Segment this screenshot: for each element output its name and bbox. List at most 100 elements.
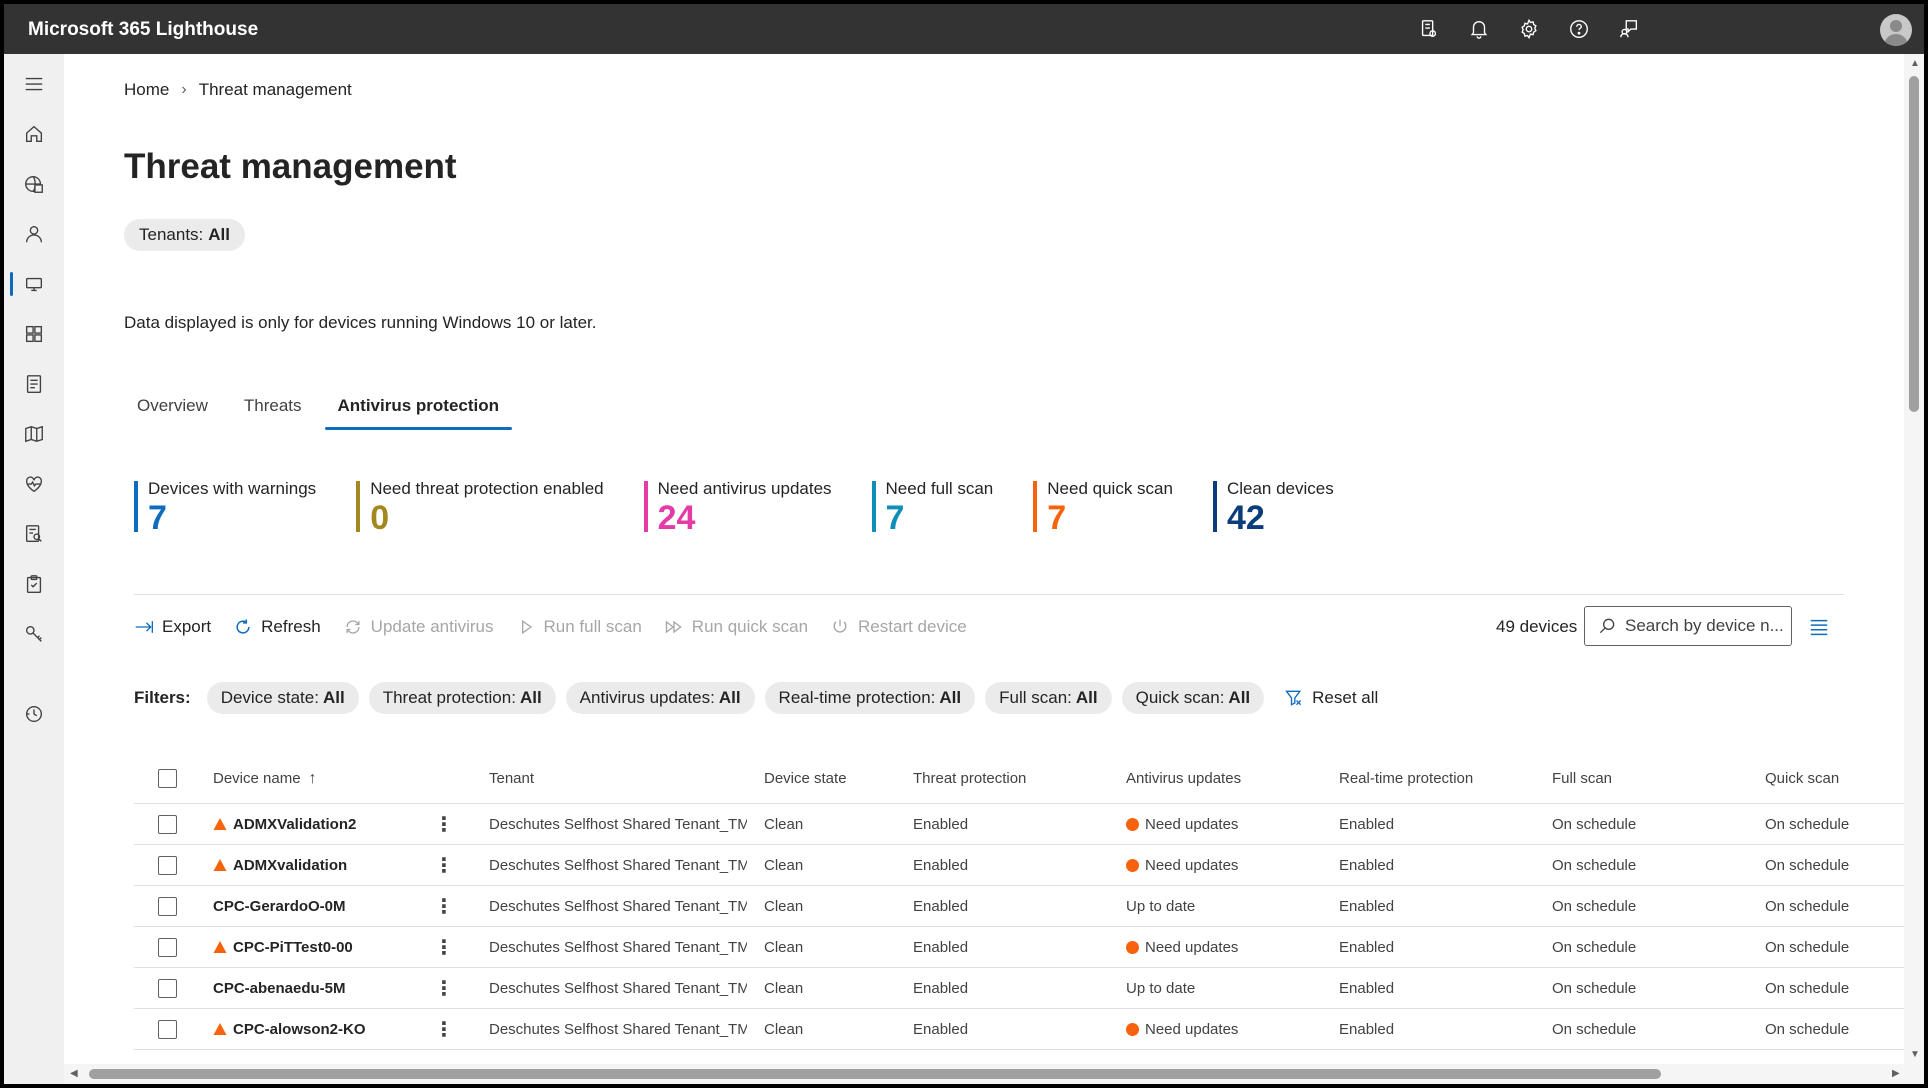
- filter-realtime-protection[interactable]: Real-time protection: All: [764, 682, 976, 714]
- header-device-name[interactable]: Device name ↑: [213, 754, 317, 803]
- device-name-link[interactable]: CPC-abenaedu-5M: [213, 968, 346, 1008]
- filter-full-scan[interactable]: Full scan: All: [985, 682, 1112, 714]
- run-quick-scan-button[interactable]: Run quick scan: [664, 617, 808, 637]
- help-icon[interactable]: [1554, 4, 1604, 54]
- tab-overview[interactable]: Overview: [124, 396, 221, 430]
- select-all-checkbox[interactable]: [158, 754, 177, 803]
- clipboard-icon[interactable]: [4, 564, 64, 604]
- breadcrumb-home[interactable]: Home: [124, 80, 169, 100]
- kpi-need-quick-scan[interactable]: Need quick scan 7: [1033, 479, 1173, 535]
- filter-threat-protection[interactable]: Threat protection: All: [368, 682, 556, 714]
- table-row[interactable]: CPC-PiTTest0-00 ⋮ Deschutes Selfhost Share…: [134, 927, 1924, 968]
- apps-icon[interactable]: [4, 314, 64, 354]
- kpi-need-antivirus-updates[interactable]: Need antivirus updates 24: [643, 479, 832, 535]
- audit-icon[interactable]: [4, 514, 64, 554]
- run-full-scan-button[interactable]: Run full scan: [516, 617, 642, 637]
- header-realtime-protection[interactable]: Real-time protection: [1339, 754, 1473, 803]
- device-name-link[interactable]: CPC-alowson2-KO: [213, 1009, 366, 1049]
- full-scan-cell: On schedule: [1552, 815, 1637, 833]
- reset-all-button[interactable]: Reset all: [1284, 688, 1378, 708]
- restart-device-button[interactable]: Restart device: [830, 617, 967, 637]
- more-options-icon[interactable]: ⋮: [434, 1009, 454, 1049]
- scroll-left-icon[interactable]: ◀: [70, 1068, 78, 1079]
- vertical-scrollbar[interactable]: ▲ ▼: [1904, 54, 1924, 1064]
- kpi-devices-with-warnings[interactable]: Devices with warnings 7: [134, 479, 316, 535]
- refresh-label: Refresh: [261, 617, 321, 636]
- app-title[interactable]: Microsoft 365 Lighthouse: [28, 19, 258, 41]
- vertical-scroll-thumb[interactable]: [1909, 76, 1919, 412]
- power-icon: [833, 619, 847, 633]
- scroll-down-icon[interactable]: ▼: [1910, 1049, 1920, 1060]
- more-options-icon[interactable]: ⋮: [434, 804, 454, 844]
- realtime-protection-cell: Enabled: [1339, 1020, 1395, 1038]
- table-row[interactable]: ADMXValidation2 ⋮ Deschutes Selfhost Share…: [134, 804, 1924, 845]
- row-checkbox[interactable]: [158, 1009, 177, 1049]
- header-full-scan[interactable]: Full scan: [1552, 754, 1612, 803]
- filter-antivirus-updates[interactable]: Antivirus updates: All: [565, 682, 755, 714]
- row-checkbox[interactable]: [158, 845, 177, 885]
- avatar[interactable]: [1880, 14, 1912, 46]
- device-name-link[interactable]: ADMXValidation2: [213, 804, 356, 844]
- filter-device-state[interactable]: Device state: All: [206, 682, 359, 714]
- more-options-icon[interactable]: ⋮: [434, 968, 454, 1008]
- row-checkbox[interactable]: [158, 927, 177, 967]
- threat-protection-cell: Enabled: [913, 856, 969, 874]
- chevron-right-icon: ›: [181, 81, 187, 98]
- filter-quick-scan[interactable]: Quick scan: All: [1121, 682, 1265, 714]
- row-checkbox[interactable]: [158, 886, 177, 926]
- row-checkbox[interactable]: [158, 968, 177, 1008]
- policy-icon[interactable]: [4, 364, 64, 404]
- column-options-icon[interactable]: [1808, 616, 1830, 638]
- device-name-link[interactable]: CPC-PiTTest0-00: [213, 927, 353, 967]
- map-icon[interactable]: [4, 414, 64, 454]
- threat-protection-cell: Enabled: [913, 938, 969, 956]
- header-quick-scan[interactable]: Quick scan: [1765, 754, 1839, 803]
- header-tenant[interactable]: Tenant: [489, 754, 534, 803]
- health-icon[interactable]: [4, 464, 64, 504]
- tab-antivirus-protection[interactable]: Antivirus protection: [324, 396, 513, 430]
- row-checkbox[interactable]: [158, 804, 177, 844]
- more-options-icon[interactable]: ⋮: [434, 886, 454, 926]
- users-icon[interactable]: [4, 214, 64, 254]
- kpi-need-full-scan[interactable]: Need full scan 7: [871, 479, 993, 535]
- run-full-scan-label: Run full scan: [543, 617, 642, 636]
- export-button[interactable]: Export: [134, 617, 211, 637]
- header-device-state[interactable]: Device state: [764, 754, 847, 803]
- more-options-icon[interactable]: ⋮: [434, 845, 454, 885]
- history-icon[interactable]: [4, 694, 64, 734]
- horizontal-scrollbar[interactable]: ◀ ▶: [64, 1064, 1924, 1084]
- feedback-icon[interactable]: [1604, 4, 1654, 54]
- hamburger-icon[interactable]: [4, 64, 64, 104]
- table-row[interactable]: CPC-alowson2-KO ⋮ Deschutes Selfhost Share…: [134, 1009, 1924, 1050]
- tenants-icon[interactable]: [4, 164, 64, 204]
- table-row[interactable]: CPC-abenaedu-5M ⋮ Deschutes Selfhost Share…: [134, 968, 1924, 1009]
- home-icon[interactable]: [4, 114, 64, 154]
- setup-icon[interactable]: [1404, 4, 1454, 54]
- key-icon[interactable]: [4, 614, 64, 654]
- header-antivirus-updates[interactable]: Antivirus updates: [1126, 754, 1241, 803]
- device-name-link[interactable]: CPC-GerardoO-0M: [213, 886, 346, 926]
- header-threat-protection[interactable]: Threat protection: [913, 754, 1026, 803]
- devices-icon[interactable]: [4, 264, 64, 304]
- more-options-icon[interactable]: ⋮: [434, 927, 454, 967]
- device-state-cell: Clean: [764, 979, 804, 997]
- realtime-protection-cell: Enabled: [1339, 815, 1395, 833]
- update-antivirus-button[interactable]: Update antivirus: [343, 617, 494, 637]
- table-row[interactable]: CPC-GerardoO-0M ⋮ Deschutes Selfhost Share…: [134, 886, 1924, 927]
- horizontal-scroll-thumb[interactable]: [89, 1069, 1661, 1079]
- kpi-need-threat-protection[interactable]: Need threat protection enabled 0: [356, 479, 604, 535]
- table-row[interactable]: ADMXvalidation ⋮ Deschutes Selfhost Shared…: [134, 845, 1924, 886]
- full-scan-cell: On schedule: [1552, 979, 1637, 997]
- refresh-button[interactable]: Refresh: [233, 617, 321, 637]
- gear-icon[interactable]: [1504, 4, 1554, 54]
- full-scan-cell: On schedule: [1552, 938, 1637, 956]
- quick-scan-cell: On schedule: [1765, 897, 1850, 915]
- search-input[interactable]: Search by device n...: [1584, 606, 1792, 646]
- scroll-right-icon[interactable]: ▶: [1892, 1068, 1900, 1079]
- scroll-up-icon[interactable]: ▲: [1910, 58, 1920, 69]
- device-name-link[interactable]: ADMXvalidation: [213, 845, 347, 885]
- bell-icon[interactable]: [1454, 4, 1504, 54]
- tenant-filter[interactable]: Tenants: All: [124, 219, 245, 251]
- kpi-clean-devices[interactable]: Clean devices 42: [1212, 479, 1334, 535]
- tab-threats[interactable]: Threats: [231, 396, 315, 430]
